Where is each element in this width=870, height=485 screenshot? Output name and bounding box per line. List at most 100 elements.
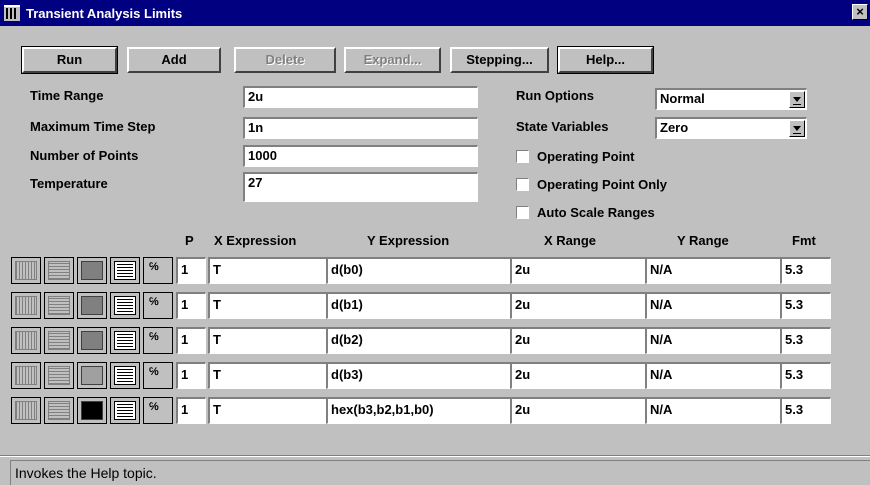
x-range-cell[interactable]: 2u — [510, 362, 647, 389]
fmt-cell[interactable]: 5.3 — [780, 397, 831, 424]
auto-scale-checkbox[interactable]: Auto Scale Ranges — [516, 205, 655, 220]
max-step-label: Maximum Time Step — [30, 119, 156, 134]
window-title: Transient Analysis Limits — [26, 5, 183, 21]
fill-pattern-icon[interactable] — [44, 397, 74, 424]
y-expression-cell[interactable]: d(b3) — [326, 362, 511, 389]
temperature-field[interactable]: 27 — [243, 172, 478, 202]
run-options-value: Normal — [660, 91, 705, 106]
color-swatch[interactable] — [77, 397, 107, 424]
p-cell[interactable]: 1 — [176, 397, 206, 424]
table-row: ℅ 1 Thex(b3,b2,b1,b0) 2u N/A 5.3 — [11, 397, 831, 424]
color-swatch[interactable] — [77, 362, 107, 389]
checkbox-box[interactable] — [516, 178, 529, 191]
run-options-label: Run Options — [516, 88, 594, 103]
delete-button[interactable]: Delete — [234, 47, 336, 73]
operating-point-only-label: Operating Point Only — [537, 177, 668, 192]
run-button[interactable]: Run — [21, 46, 118, 74]
app-icon — [4, 5, 20, 21]
fmt-cell[interactable]: 5.3 — [780, 257, 831, 284]
x-expression-cell[interactable]: T — [208, 397, 329, 424]
x-range-cell[interactable]: 2u — [510, 397, 647, 424]
operating-point-label: Operating Point — [537, 149, 635, 164]
y-expression-cell[interactable]: d(b1) — [326, 292, 511, 319]
y-range-cell[interactable]: N/A — [645, 362, 781, 389]
state-vars-select[interactable]: Zero — [655, 117, 807, 139]
line-style-icon[interactable] — [11, 362, 41, 389]
close-button[interactable]: × — [852, 4, 868, 20]
time-range-label: Time Range — [30, 88, 104, 103]
fill-pattern-icon[interactable] — [44, 257, 74, 284]
fill-pattern-icon[interactable] — [44, 292, 74, 319]
table-row: ℅ 1 Td(b1) 2u N/A 5.3 — [11, 292, 831, 319]
x-range-cell[interactable]: 2u — [510, 257, 647, 284]
time-range-field[interactable]: 2u — [243, 86, 478, 108]
checkbox-box[interactable] — [516, 206, 529, 219]
x-range-cell[interactable]: 2u — [510, 327, 647, 354]
numeric-format-icon[interactable]: ℅ — [143, 257, 173, 284]
p-cell[interactable]: 1 — [176, 292, 206, 319]
numeric-format-icon[interactable]: ℅ — [143, 327, 173, 354]
y-expression-cell[interactable]: d(b2) — [326, 327, 511, 354]
x-expression-cell[interactable]: T — [208, 327, 329, 354]
p-cell[interactable]: 1 — [176, 362, 206, 389]
table-format-icon[interactable] — [110, 397, 140, 424]
fmt-cell[interactable]: 5.3 — [780, 362, 831, 389]
chevron-down-icon[interactable] — [789, 91, 805, 108]
color-swatch[interactable] — [77, 257, 107, 284]
status-bar: Invokes the Help topic. — [10, 460, 870, 485]
table-row: ℅ 1 Td(b2) 2u N/A 5.3 — [11, 327, 831, 354]
x-expression-cell[interactable]: T — [208, 257, 329, 284]
operating-point-checkbox[interactable]: Operating Point — [516, 149, 635, 164]
y-expression-cell[interactable]: hex(b3,b2,b1,b0) — [326, 397, 511, 424]
line-style-icon[interactable] — [11, 257, 41, 284]
separator — [0, 455, 870, 457]
fill-pattern-icon[interactable] — [44, 362, 74, 389]
col-header-y-expression: Y Expression — [367, 233, 450, 248]
table-format-icon[interactable] — [110, 362, 140, 389]
add-button[interactable]: Add — [127, 47, 221, 73]
table-format-icon[interactable] — [110, 292, 140, 319]
x-expression-cell[interactable]: T — [208, 292, 329, 319]
p-cell[interactable]: 1 — [176, 257, 206, 284]
y-expression-cell[interactable]: d(b0) — [326, 257, 511, 284]
y-range-cell[interactable]: N/A — [645, 257, 781, 284]
color-swatch[interactable] — [77, 327, 107, 354]
temperature-label: Temperature — [30, 176, 108, 191]
stepping-button[interactable]: Stepping... — [450, 47, 549, 73]
y-range-cell[interactable]: N/A — [645, 327, 781, 354]
col-header-y-range: Y Range — [677, 233, 729, 248]
fmt-cell[interactable]: 5.3 — [780, 292, 831, 319]
x-range-cell[interactable]: 2u — [510, 292, 647, 319]
col-header-x-expression: X Expression — [214, 233, 297, 248]
table-format-icon[interactable] — [110, 327, 140, 354]
chevron-down-icon[interactable] — [789, 120, 805, 137]
y-range-cell[interactable]: N/A — [645, 397, 781, 424]
max-step-field[interactable]: 1n — [243, 117, 478, 139]
line-style-icon[interactable] — [11, 292, 41, 319]
operating-point-only-checkbox[interactable]: Operating Point Only — [516, 177, 667, 192]
numeric-format-icon[interactable]: ℅ — [143, 292, 173, 319]
col-header-fmt: Fmt — [792, 233, 816, 248]
table-format-icon[interactable] — [110, 257, 140, 284]
numeric-format-icon[interactable]: ℅ — [143, 362, 173, 389]
table-row: ℅ 1 Td(b3) 2u N/A 5.3 — [11, 362, 831, 389]
checkbox-box[interactable] — [516, 150, 529, 163]
color-swatch[interactable] — [77, 292, 107, 319]
state-vars-label: State Variables — [516, 119, 609, 134]
num-points-field[interactable]: 1000 — [243, 145, 478, 167]
state-vars-value: Zero — [660, 120, 689, 135]
line-style-icon[interactable] — [11, 327, 41, 354]
run-options-select[interactable]: Normal — [655, 88, 807, 110]
fill-pattern-icon[interactable] — [44, 327, 74, 354]
expand-button[interactable]: Expand... — [344, 47, 441, 73]
x-expression-cell[interactable]: T — [208, 362, 329, 389]
y-range-cell[interactable]: N/A — [645, 292, 781, 319]
line-style-icon[interactable] — [11, 397, 41, 424]
col-header-x-range: X Range — [544, 233, 597, 248]
help-button[interactable]: Help... — [557, 46, 654, 74]
title-bar: Transient Analysis Limits × — [0, 0, 870, 26]
numeric-format-icon[interactable]: ℅ — [143, 397, 173, 424]
table-row: ℅ 1 Td(b0) 2u N/A 5.3 — [11, 257, 831, 284]
fmt-cell[interactable]: 5.3 — [780, 327, 831, 354]
p-cell[interactable]: 1 — [176, 327, 206, 354]
